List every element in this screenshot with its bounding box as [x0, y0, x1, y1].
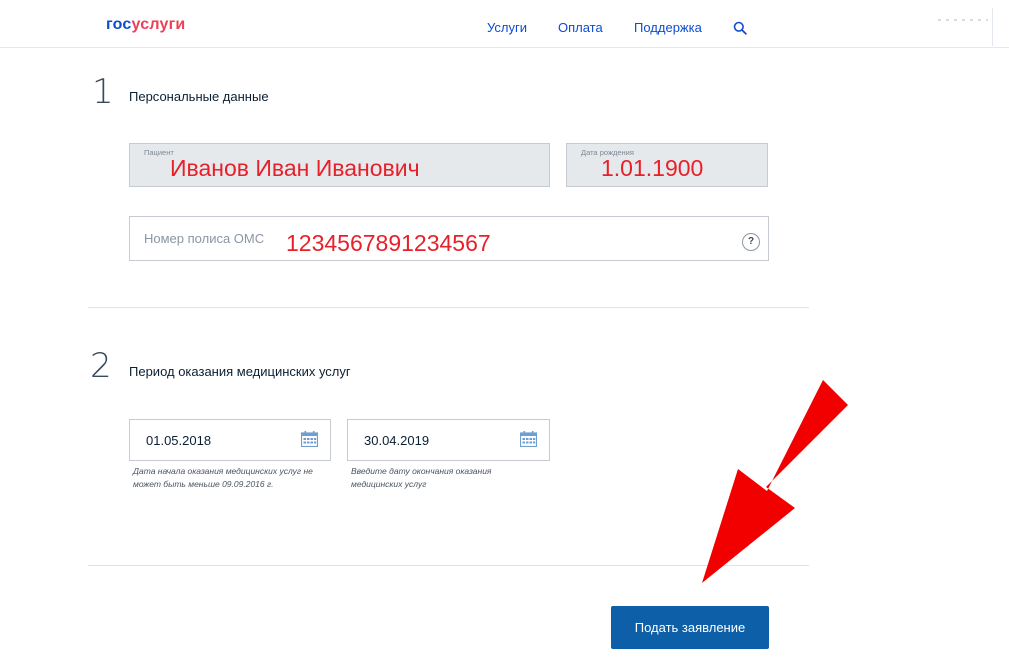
top-header: госуслуги Услуги Оплата Поддержка	[0, 0, 1009, 48]
start-date-hint: Дата начала оказания медицинских услуг н…	[133, 466, 313, 489]
section-title-personal-data: Персональные данные	[129, 89, 269, 104]
search-icon[interactable]	[733, 21, 747, 35]
patient-field: Пациент Иванов Иван Иванович	[129, 143, 550, 187]
submit-application-button[interactable]: Подать заявление	[611, 606, 769, 649]
gosuslugi-logo[interactable]: госуслуги	[106, 16, 185, 34]
nav-link-support[interactable]: Поддержка	[634, 20, 702, 35]
end-date-input[interactable]: 30.04.2019	[347, 419, 550, 461]
step-number-1: 1	[92, 72, 114, 112]
nav-link-payment[interactable]: Оплата	[558, 20, 603, 35]
patient-name-value: Иванов Иван Иванович	[170, 155, 420, 181]
oms-policy-placeholder: Номер полиса ОМС	[144, 231, 265, 246]
oms-policy-input[interactable]: Номер полиса ОМС 1234567891234567 ?	[129, 216, 769, 261]
logo-uslugi-text: услуги	[131, 16, 186, 33]
end-date-hint: Введите дату окончания оказания медицинс…	[351, 466, 492, 489]
start-date-input[interactable]: 01.05.2018	[129, 419, 331, 461]
birth-date-value: 1.01.1900	[601, 155, 704, 181]
section-divider	[88, 307, 809, 308]
logo-gos-text: гос	[106, 16, 132, 33]
oms-policy-value: 1234567891234567	[286, 230, 491, 256]
window-edge-line	[992, 8, 993, 46]
calendar-icon[interactable]	[520, 431, 537, 447]
start-date-value: 01.05.2018	[146, 433, 212, 448]
end-date-value: 30.04.2019	[364, 433, 430, 448]
help-question-icon[interactable]: ?	[742, 233, 760, 251]
page: госуслуги Услуги Оплата Поддержка 1 Перс…	[0, 0, 1009, 660]
step-number-2: 2	[90, 346, 112, 386]
header-edge-decoration	[938, 19, 988, 21]
calendar-icon[interactable]	[301, 431, 318, 447]
section-title-service-period: Период оказания медицинских услуг	[129, 364, 351, 379]
red-annotation-arrow-icon	[702, 380, 848, 583]
nav-link-services[interactable]: Услуги	[487, 20, 527, 35]
birth-date-field: Дата рождения 1.01.1900	[566, 143, 768, 187]
